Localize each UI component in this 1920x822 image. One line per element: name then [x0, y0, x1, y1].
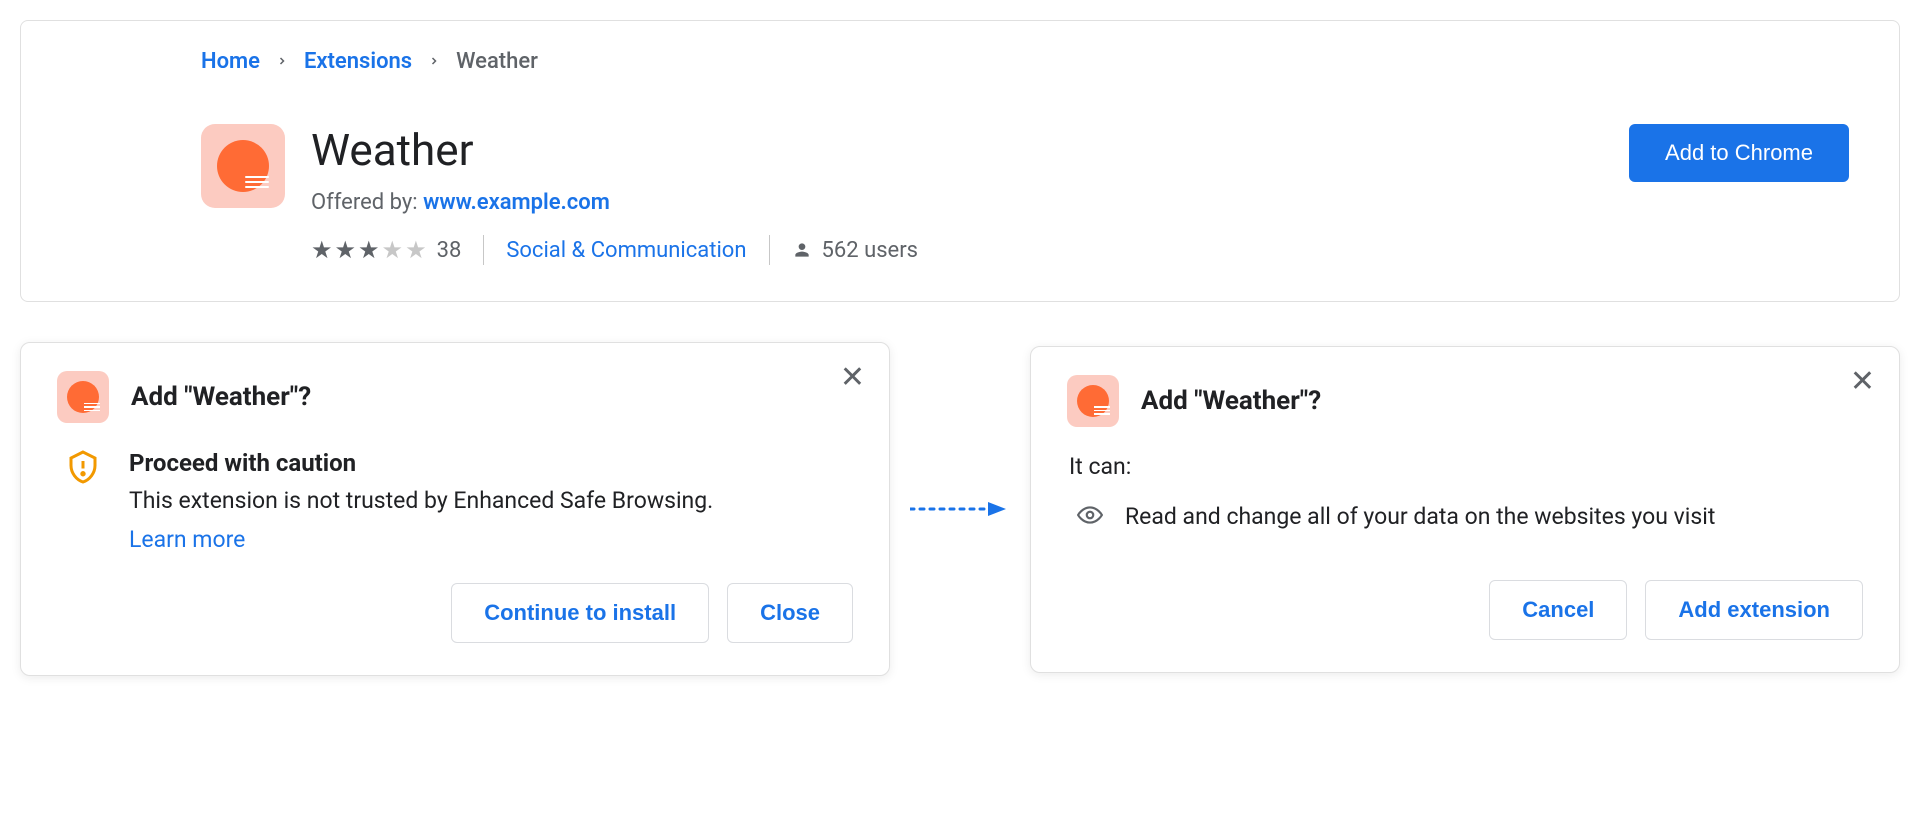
permission-row: Read and change all of your data on the … [1067, 502, 1863, 532]
dialogs-container: ✕ Add "Weather"? Proceed with caution Th… [20, 342, 1900, 676]
category-link[interactable]: Social & Communication [506, 238, 746, 263]
breadcrumb: Home Extensions Weather [71, 49, 1849, 74]
add-extension-button[interactable]: Add extension [1645, 580, 1863, 640]
extension-text-info: Weather Offered by: www.example.com ★ ★ … [311, 124, 918, 265]
extension-store-card: Home Extensions Weather Weather Offered … [20, 20, 1900, 302]
rating-count: 38 [437, 238, 462, 263]
extension-title: Weather [311, 124, 918, 176]
extension-app-icon [57, 371, 109, 423]
caution-dialog: ✕ Add "Weather"? Proceed with caution Th… [20, 342, 890, 676]
star-icon: ★ [382, 236, 404, 264]
dialog-actions: Cancel Add extension [1067, 580, 1863, 640]
user-icon [792, 240, 812, 260]
it-can-label: It can: [1067, 453, 1863, 480]
extension-app-icon [1067, 375, 1119, 427]
users-count: 562 users [792, 238, 919, 263]
star-icon: ★ [311, 236, 333, 264]
caution-body: This extension is not trusted by Enhance… [129, 487, 713, 514]
breadcrumb-current: Weather [456, 49, 538, 74]
chevron-right-icon [428, 51, 440, 72]
continue-install-button[interactable]: Continue to install [451, 583, 709, 643]
offered-by-link[interactable]: www.example.com [423, 190, 610, 215]
caution-content: Proceed with caution This extension is n… [57, 449, 853, 553]
extension-meta-row: ★ ★ ★ ★ ★ 38 Social & Communication [311, 235, 918, 265]
offered-by-label: Offered by: [311, 190, 418, 215]
caution-heading: Proceed with caution [129, 449, 713, 477]
dialog-title: Add "Weather"? [131, 382, 311, 412]
close-button[interactable]: Close [727, 583, 853, 643]
chevron-right-icon [276, 51, 288, 72]
divider [483, 235, 484, 265]
extension-header-row: Weather Offered by: www.example.com ★ ★ … [71, 124, 1849, 265]
extension-app-icon [201, 124, 285, 208]
cancel-button[interactable]: Cancel [1489, 580, 1627, 640]
arrow-connector-icon [910, 499, 1010, 519]
dialog-actions: Continue to install Close [57, 583, 853, 643]
eye-icon [1077, 502, 1103, 532]
dialog-header: Add "Weather"? [57, 371, 853, 423]
offered-by: Offered by: www.example.com [311, 190, 918, 215]
close-icon[interactable]: ✕ [840, 363, 865, 393]
breadcrumb-extensions[interactable]: Extensions [304, 49, 412, 74]
star-icon: ★ [335, 236, 357, 264]
users-text: 562 users [822, 238, 919, 263]
learn-more-link[interactable]: Learn more [129, 526, 245, 553]
breadcrumb-home[interactable]: Home [201, 49, 260, 74]
shield-warning-icon [65, 449, 101, 553]
permission-text: Read and change all of your data on the … [1125, 503, 1715, 530]
dialog-title: Add "Weather"? [1141, 386, 1321, 416]
close-icon[interactable]: ✕ [1850, 367, 1875, 397]
divider [769, 235, 770, 265]
star-rating[interactable]: ★ ★ ★ ★ ★ 38 [311, 236, 461, 264]
permissions-dialog: ✕ Add "Weather"? It can: Read and change… [1030, 346, 1900, 673]
star-icon: ★ [405, 236, 427, 264]
star-icon: ★ [358, 236, 380, 264]
add-to-chrome-button[interactable]: Add to Chrome [1629, 124, 1849, 182]
extension-info-block: Weather Offered by: www.example.com ★ ★ … [201, 124, 918, 265]
dialog-header: Add "Weather"? [1067, 375, 1863, 427]
caution-text: Proceed with caution This extension is n… [129, 449, 713, 553]
